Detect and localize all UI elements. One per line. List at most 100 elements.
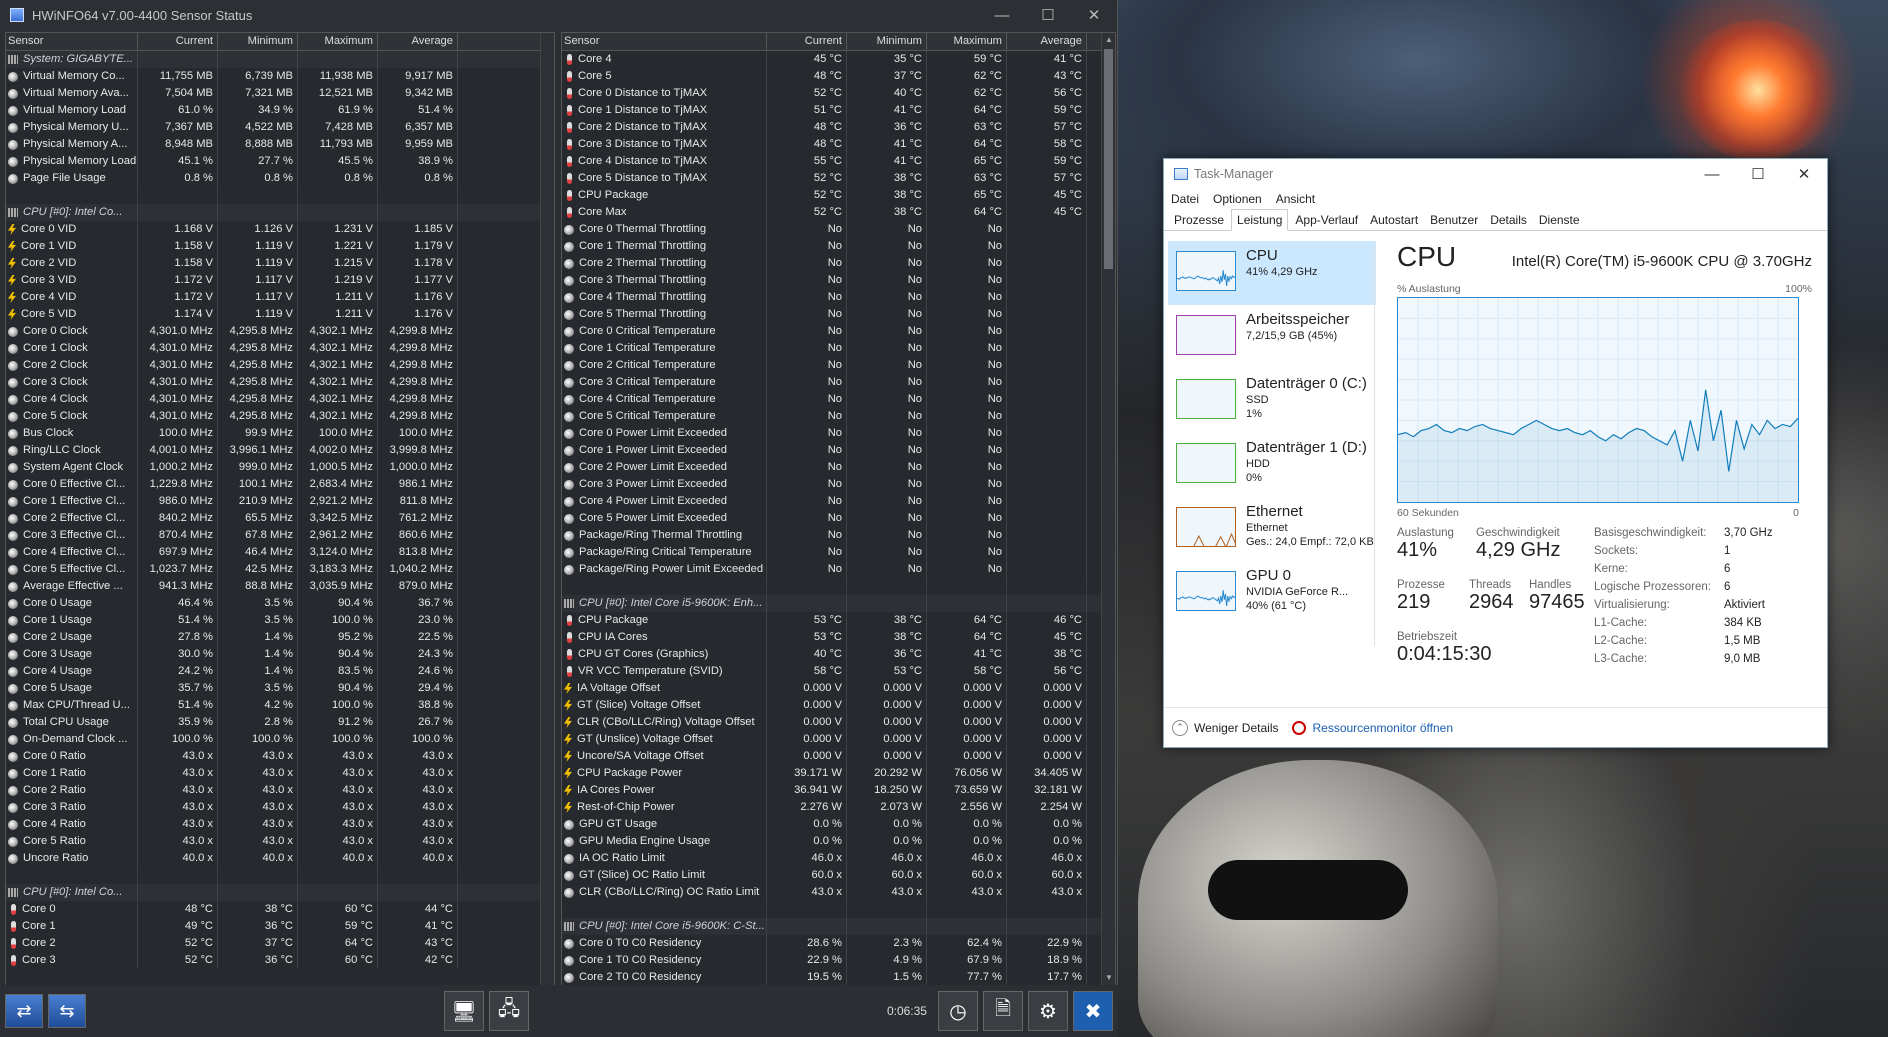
ressourcenmonitor-link[interactable]: Ressourcenmonitor öffnen — [1312, 721, 1453, 735]
sensor-row[interactable]: Core 1 Effective Cl... 986.0 MHz 210.9 MHz… — [6, 493, 554, 510]
sidebar-item-arbeitsspeicher[interactable]: Arbeitsspeicher 7,2/15,9 GB (45%) — [1168, 305, 1376, 369]
tab-autostart[interactable]: Autostart — [1365, 210, 1423, 230]
sensor-row[interactable]: Core 1 49 °C 36 °C 59 °C 41 °C — [6, 918, 554, 935]
sensor-row[interactable]: Physical Memory A... 8,948 MB 8,888 MB 11,7… — [6, 136, 554, 153]
sensor-row[interactable]: Page File Usage 0.8 % 0.8 % 0.8 % 0.8 % — [6, 170, 554, 187]
sensor-row[interactable]: Core 4 Distance to TjMAX 55 °C 41 °C 65 °C 5… — [562, 153, 1115, 170]
sensor-row[interactable]: GT (Slice) Voltage Offset 0.000 V 0.000 V0… — [562, 697, 1115, 714]
sensor-row[interactable]: Virtual Memory Co... 11,755 MB 6,739 MB 11,… — [6, 68, 554, 85]
sensor-row[interactable]: Core 5 Power Limit Exceeded No No No — [562, 510, 1115, 527]
sensor-row[interactable]: Core 2 Usage 27.8 % 1.4 % 95.2 % 22.5 % — [6, 629, 554, 646]
sensor-row[interactable]: Core 0 Usage 46.4 % 3.5 % 90.4 % 36.7 % — [6, 595, 554, 612]
sensor-row[interactable]: Core 4 Power Limit Exceeded No No No — [562, 493, 1115, 510]
minimize-button[interactable]: — — [979, 0, 1025, 30]
sensor-row[interactable]: Core 4 Ratio 43.0 x 43.0 x 43.0 x 43.0 x — [6, 816, 554, 833]
sensor-row[interactable]: Rest-of-Chip Power 2.276 W 2.073 W 2.556 W2… — [562, 799, 1115, 816]
sensor-row[interactable]: Core 5 Effective Cl... 1,023.7 MHz 42.5 MH… — [6, 561, 554, 578]
sensor-row[interactable]: Core 2 Critical Temperature No No No — [562, 357, 1115, 374]
sensor-row[interactable]: CPU GT Cores (Graphics) 40 °C 36 °C 41 °C 38… — [562, 646, 1115, 663]
column-header[interactable]: Maximum — [927, 33, 1007, 50]
settings-gear-icon[interactable]: ⚙ — [1027, 991, 1068, 1031]
expand-arrows-button[interactable]: ⇄ — [5, 994, 43, 1028]
sensor-row[interactable]: Core 4 45 °C 35 °C 59 °C 41 °C — [562, 51, 1115, 68]
sensor-row[interactable]: Core 2 T0 C0 Residency 19.5 % 1.5 % 77.7 % 1… — [562, 969, 1115, 985]
tm-minimize-button[interactable]: — — [1689, 159, 1735, 189]
sensor-row[interactable]: Core 1 VID 1.158 V 1.119 V 1.221 V 1.179 V — [6, 238, 554, 255]
sensor-row[interactable]: Core 2 Effective Cl... 840.2 MHz 65.5 MHz 3… — [6, 510, 554, 527]
sensor-row[interactable]: Core 3 Distance to TjMAX 48 °C 41 °C 64 °C 5… — [562, 136, 1115, 153]
sensor-row[interactable]: Core 5 48 °C 37 °C 62 °C 43 °C — [562, 68, 1115, 85]
column-header[interactable]: Current — [767, 33, 847, 50]
sensor-row[interactable]: CLR (CBo/LLC/Ring) Voltage Offset 0.000 V… — [562, 714, 1115, 731]
sensor-row[interactable]: CLR (CBo/LLC/Ring) OC Ratio Limit 43.0 x4… — [562, 884, 1115, 901]
column-header[interactable]: Current — [138, 33, 218, 50]
sensor-row[interactable]: Core 3 Ratio 43.0 x 43.0 x 43.0 x 43.0 x — [6, 799, 554, 816]
sensor-row[interactable]: System Agent Clock 1,000.2 MHz 999.0 MHz 1,… — [6, 459, 554, 476]
tab-leistung[interactable]: Leistung — [1231, 209, 1289, 231]
column-header[interactable]: Minimum — [218, 33, 298, 50]
column-header[interactable]: Minimum — [847, 33, 927, 50]
menu-optionen[interactable]: Optionen — [1213, 192, 1262, 206]
column-header[interactable]: Average — [378, 33, 458, 50]
sensor-row[interactable]: IA OC Ratio Limit 46.0 x 46.0 x 46.0 x 46.0 … — [562, 850, 1115, 867]
sensor-row[interactable]: Core 0 Critical Temperature No No No — [562, 323, 1115, 340]
sensor-row[interactable]: Core 4 Effective Cl... 697.9 MHz 46.4 MHz 3… — [6, 544, 554, 561]
sensor-row[interactable]: Uncore Ratio 40.0 x 40.0 x 40.0 x 40.0 x — [6, 850, 554, 867]
close-button[interactable]: ✕ — [1071, 0, 1117, 30]
column-header[interactable]: Average — [1007, 33, 1087, 50]
column-header[interactable]: Sensor — [562, 33, 767, 50]
sidebar-item-datentraeger-0[interactable]: Datenträger 0 (C:) SSD 1% — [1168, 369, 1376, 433]
column-header[interactable]: Sensor — [6, 33, 138, 50]
sensor-row[interactable]: Core 0 Power Limit Exceeded No No No — [562, 425, 1115, 442]
sensor-row[interactable]: GPU GT Usage 0.0 % 0.0 % 0.0 % 0.0 % — [562, 816, 1115, 833]
network-pc-icon[interactable]: 🖧 — [488, 991, 529, 1031]
sensor-row[interactable]: Core 1 Power Limit Exceeded No No No — [562, 442, 1115, 459]
column-header[interactable]: Maximum — [298, 33, 378, 50]
sensor-row[interactable]: CPU Package 52 °C 38 °C 65 °C 45 °C — [562, 187, 1115, 204]
menu-datei[interactable]: Datei — [1171, 192, 1199, 206]
sensor-row[interactable]: Core 2 Thermal Throttling No No No — [562, 255, 1115, 272]
tm-close-button[interactable]: ✕ — [1781, 159, 1827, 189]
maximize-button[interactable]: ☐ — [1025, 0, 1071, 30]
sensor-row[interactable]: Virtual Memory Ava... 7,504 MB 7,321 MB 12,… — [6, 85, 554, 102]
sensor-row[interactable]: Core 0 T0 C0 Residency 28.6 % 2.3 % 62.4 % 2… — [562, 935, 1115, 952]
sensor-row[interactable]: Core 0 VID 1.168 V 1.126 V 1.231 V 1.185 V — [6, 221, 554, 238]
sensor-row[interactable]: CPU Package 53 °C 38 °C 64 °C 46 °C — [562, 612, 1115, 629]
sidebar-item-gpu-0[interactable]: GPU 0 NVIDIA GeForce R... 40% (61 °C) — [1168, 561, 1376, 621]
sensor-row[interactable]: Core 0 Distance to TjMAX 52 °C 40 °C 62 °C 5… — [562, 85, 1115, 102]
chevron-up-icon[interactable]: ⌃ — [1172, 719, 1188, 736]
sensor-group-row[interactable]: CPU [#0]: Intel Core i5-9600K: Enh... — [562, 595, 1115, 612]
sensor-row[interactable]: Core 5 Critical Temperature No No No — [562, 408, 1115, 425]
sensor-row[interactable]: Core 2 Distance to TjMAX 48 °C 36 °C 63 °C 5… — [562, 119, 1115, 136]
sensor-row[interactable]: Core 5 Distance to TjMAX 52 °C 38 °C 63 °C 5… — [562, 170, 1115, 187]
weniger-details-link[interactable]: Weniger Details — [1194, 721, 1278, 735]
sensor-group-row[interactable]: CPU [#0]: Intel Co... — [6, 884, 554, 901]
sensor-row[interactable]: Core 1 Critical Temperature No No No — [562, 340, 1115, 357]
sensor-group-row[interactable]: CPU [#0]: Intel Core i5-9600K: C-St... — [562, 918, 1115, 935]
sensor-row[interactable]: Core 0 48 °C 38 °C 60 °C 44 °C — [6, 901, 554, 918]
sensor-row[interactable]: Core 1 Usage 51.4 % 3.5 % 100.0 % 23.0 % — [6, 612, 554, 629]
close-x-icon[interactable]: ✖ — [1072, 991, 1113, 1031]
sensor-row[interactable]: Core 3 Clock 4,301.0 MHz 4,295.8 MHz 4,302.… — [6, 374, 554, 391]
sensor-settings-pc-icon[interactable]: 🖥 — [443, 991, 484, 1031]
sensor-row[interactable]: Core 5 Thermal Throttling No No No — [562, 306, 1115, 323]
sensor-row[interactable]: Core 5 Clock 4,301.0 MHz 4,295.8 MHz 4,302.… — [6, 408, 554, 425]
sensor-row[interactable]: Core 0 Clock 4,301.0 MHz 4,295.8 MHz 4,302.… — [6, 323, 554, 340]
sensor-row[interactable]: Bus Clock 100.0 MHz 99.9 MHz 100.0 MHz 100.0… — [6, 425, 554, 442]
scroll-down-arrow-icon[interactable]: ▼ — [1102, 971, 1115, 985]
sensor-row[interactable]: Core 0 Thermal Throttling No No No — [562, 221, 1115, 238]
sensor-group-row[interactable]: CPU [#0]: Intel Co... — [6, 204, 554, 221]
sensor-row[interactable]: Core 3 Effective Cl... 870.4 MHz 67.8 MHz 2… — [6, 527, 554, 544]
tm-maximize-button[interactable]: ☐ — [1735, 159, 1781, 189]
sensor-group-row[interactable]: System: GIGABYTE... — [6, 51, 554, 68]
sensor-row[interactable]: Core Max 52 °C 38 °C 64 °C 45 °C — [562, 204, 1115, 221]
sensor-row[interactable]: Core 3 Usage 30.0 % 1.4 % 90.4 % 24.3 % — [6, 646, 554, 663]
sensor-row[interactable]: Core 1 Thermal Throttling No No No — [562, 238, 1115, 255]
sensor-row[interactable]: Package/Ring Thermal Throttling No No No — [562, 527, 1115, 544]
sensor-row[interactable]: Core 4 VID 1.172 V 1.117 V 1.211 V 1.176 V — [6, 289, 554, 306]
sensor-row[interactable]: Core 4 Critical Temperature No No No — [562, 391, 1115, 408]
sensor-row[interactable]: Physical Memory U... 7,367 MB 4,522 MB 7,42… — [6, 119, 554, 136]
sensor-row[interactable]: Core 5 VID 1.174 V 1.119 V 1.211 V 1.176 V — [6, 306, 554, 323]
scroll-up-arrow-icon[interactable]: ▲ — [1102, 33, 1115, 47]
sensor-row[interactable]: On-Demand Clock ... 100.0 % 100.0 % 100.0 %… — [6, 731, 554, 748]
